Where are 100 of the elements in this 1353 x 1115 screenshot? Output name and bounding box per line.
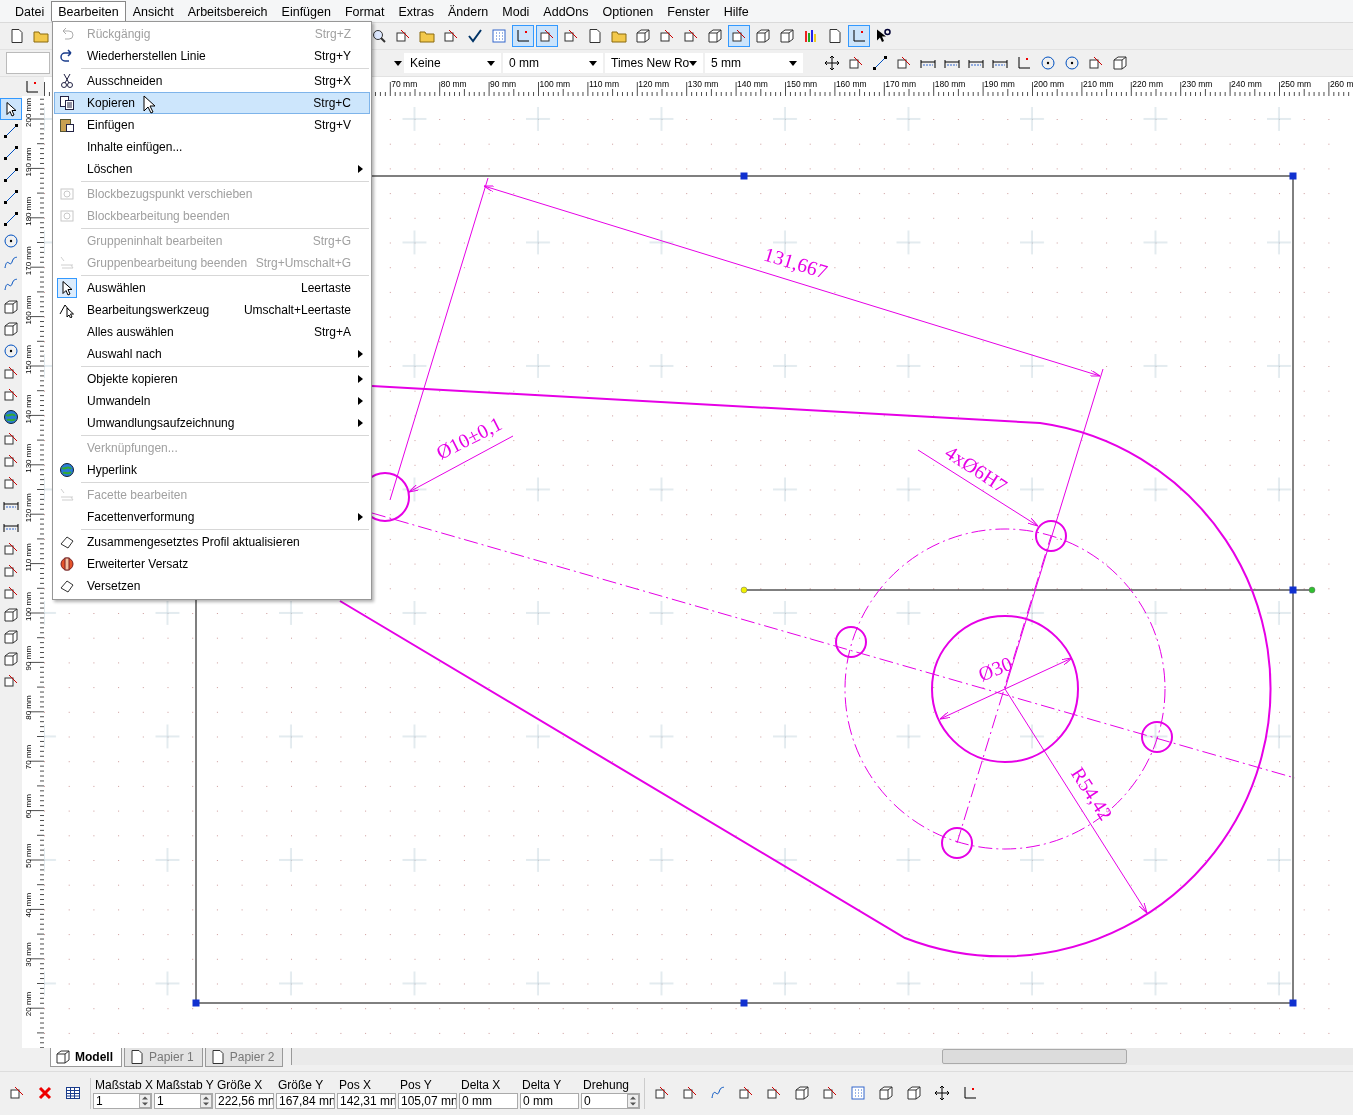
ruler-label: 40 mm: [24, 892, 33, 918]
menu-item[interactable]: Auswahl nach: [54, 343, 370, 365]
spinner-icon[interactable]: [139, 1093, 151, 1108]
rotation-handle[interactable]: [1308, 586, 1316, 594]
menu-item[interactable]: Zusammengesetztes Profil aktualisieren: [54, 531, 370, 553]
menu-item[interactable]: Kopieren Strg+C: [54, 92, 370, 114]
menu-item[interactable]: Wiederherstellen Linie Strg+Y: [54, 45, 370, 67]
menu-title[interactable]: Datei: [8, 0, 52, 22]
curve-icon: [3, 255, 19, 271]
menu-item[interactable]: Facettenverformung: [54, 506, 370, 528]
menu-item[interactable]: Erweiterter Versatz: [54, 553, 370, 575]
submenu-arrow-icon: [358, 350, 363, 358]
axes-icon: [962, 1085, 978, 1101]
selection-handle[interactable]: [1289, 172, 1297, 180]
property-field[interactable]: 0 mm: [459, 1092, 518, 1109]
move-icon: [824, 55, 840, 71]
scrollbar-thumb[interactable]: [942, 1049, 1128, 1064]
selection-handle[interactable]: [1289, 999, 1297, 1007]
dropdown[interactable]: 5 mm: [705, 53, 803, 73]
menu-item[interactable]: Inhalte einfügen...: [54, 136, 370, 158]
toolbar-button[interactable]: [0, 98, 22, 120]
pointer-icon: [3, 101, 19, 117]
tool-icon: [3, 563, 19, 579]
ruler-label: 180 mm: [934, 79, 966, 89]
menu-title[interactable]: AddOns: [536, 0, 596, 22]
menu-title[interactable]: Arbeitsbereich: [180, 0, 275, 22]
circle-icon: [3, 233, 19, 249]
selection-handle[interactable]: [740, 999, 748, 1007]
ruler-label: 190 mm: [984, 79, 1015, 89]
ruler-label: 80 mm: [440, 79, 467, 89]
caret-icon: [789, 60, 797, 66]
menu-title[interactable]: Ansicht: [125, 0, 181, 22]
delete-icon: [37, 1085, 53, 1101]
box-icon: [906, 1085, 922, 1101]
menu-item[interactable]: Hyperlink: [54, 459, 370, 481]
ruler-label: 240 mm: [1231, 79, 1262, 89]
tool-icon: [3, 475, 19, 491]
property-label: Maßstab X: [94, 1077, 154, 1092]
sheet-tab[interactable]: Papier 1: [124, 1048, 203, 1067]
menu-item[interactable]: Ausschneiden Strg+X: [54, 70, 370, 92]
menu-title[interactable]: Optionen: [595, 0, 661, 22]
menu-title[interactable]: Einfügen: [274, 0, 338, 22]
copy-icon: [59, 95, 75, 111]
menu-item[interactable]: Umwandlungsaufzeichnung: [54, 412, 370, 434]
tool-icon: [443, 28, 459, 44]
submenu-arrow-icon: [358, 513, 363, 521]
dropdown[interactable]: Times New Ro: [605, 53, 703, 73]
input-field[interactable]: [6, 52, 50, 74]
tool-icon: [563, 28, 579, 44]
folder-icon: [419, 28, 435, 44]
menu-title[interactable]: Format: [337, 0, 392, 22]
circle-icon: [3, 343, 19, 359]
selection-handle[interactable]: [740, 172, 748, 180]
ruler-label: 60 mm: [24, 794, 33, 819]
tool-icon: [822, 1085, 838, 1101]
ruler-label: 140 mm: [24, 394, 33, 424]
property-field[interactable]: 0 mm: [520, 1092, 579, 1109]
menu-title[interactable]: Extras: [391, 0, 441, 22]
menu-item[interactable]: Auswählen Leertaste: [54, 277, 370, 299]
ruler-label: 140 mm: [737, 79, 768, 89]
menu-item[interactable]: Versetzen: [54, 575, 370, 597]
tool-icon: [896, 55, 912, 71]
block-icon: [59, 208, 75, 224]
sheet-tab[interactable]: Modell: [50, 1048, 122, 1067]
dropdown[interactable]: Keine: [404, 53, 501, 73]
tool-icon: [3, 673, 19, 689]
menu-title[interactable]: Modi: [495, 0, 537, 22]
dropdown[interactable]: 0 mm: [503, 53, 603, 73]
property-field[interactable]: 1: [154, 1092, 213, 1109]
redo-icon: [59, 48, 75, 64]
selection-handle[interactable]: [192, 999, 200, 1007]
menu-item[interactable]: Löschen: [54, 158, 370, 180]
horizontal-scrollbar[interactable]: [291, 1048, 1353, 1065]
spinner-icon[interactable]: [627, 1093, 639, 1108]
ruler-label: 30 mm: [24, 942, 33, 967]
ruler-label: 100 mm: [24, 592, 33, 621]
menu-item[interactable]: Bearbeitungswerkzeug Umschalt+Leertaste: [54, 299, 370, 321]
dimension-text: 131,667: [761, 242, 830, 283]
menu-title[interactable]: Ändern: [440, 0, 496, 22]
property-field[interactable]: 0: [581, 1092, 640, 1109]
menu-title[interactable]: Bearbeiten: [51, 0, 126, 22]
ruler-label: 200 mm: [24, 98, 33, 127]
menu-title[interactable]: Hilfe: [716, 0, 756, 22]
property-label: Pos Y: [399, 1077, 433, 1092]
tool-icon: [9, 1085, 25, 1101]
tool-icon: [738, 1085, 754, 1101]
pivot-point[interactable]: [740, 586, 748, 594]
selection-handle[interactable]: [1289, 586, 1297, 594]
menu-item[interactable]: Objekte kopieren: [54, 368, 370, 390]
spinner-icon[interactable]: [200, 1093, 212, 1108]
folder-icon: [611, 28, 627, 44]
menu-item[interactable]: Einfügen Strg+V: [54, 114, 370, 136]
sheet-tab[interactable]: Papier 2: [204, 1048, 284, 1067]
ruler-label: 130 mm: [687, 79, 719, 89]
menu-item[interactable]: Umwandeln: [54, 390, 370, 412]
check-icon: [467, 28, 483, 44]
menu-title[interactable]: Fenster: [660, 0, 717, 22]
globe-icon: [3, 409, 19, 425]
menu-item[interactable]: Alles auswählen Strg+A: [54, 321, 370, 343]
property-field[interactable]: 1: [93, 1092, 152, 1109]
